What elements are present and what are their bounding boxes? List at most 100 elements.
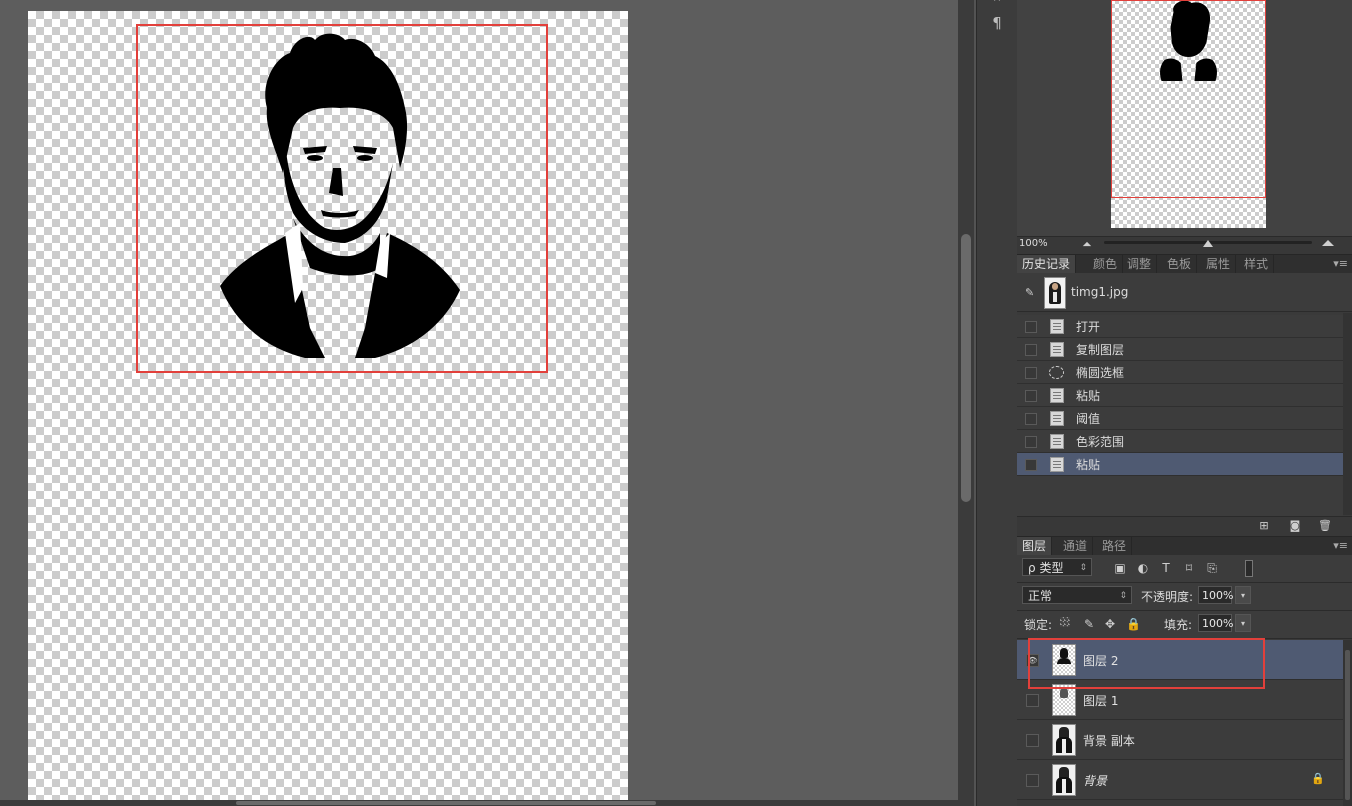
- history-item-selected[interactable]: 粘贴: [1017, 453, 1343, 476]
- history-item[interactable]: 粘贴: [1017, 384, 1343, 407]
- visibility-toggle[interactable]: [1026, 734, 1039, 747]
- history-item[interactable]: 打开: [1017, 315, 1343, 338]
- canvas-vertical-scroll-thumb[interactable]: [961, 234, 971, 502]
- fill-input[interactable]: 100%: [1198, 614, 1233, 632]
- blend-mode-select[interactable]: 正常 ⇕: [1022, 586, 1132, 604]
- tab-history[interactable]: 历史记录: [1017, 255, 1077, 273]
- filter-kind-label: 类型: [1039, 561, 1064, 575]
- zoom-out-icon[interactable]: [1082, 241, 1092, 247]
- history-item-label: 椭圆选框: [1076, 366, 1125, 380]
- select-arrows-icon: ⇕: [1119, 591, 1127, 601]
- panel-tool-strip: ⌃ ¶: [976, 0, 1018, 806]
- layer-filter-bar: ρ 类型 ⇕ ▣ ◐ T ⌑ ⎘: [1017, 555, 1352, 583]
- tab-adjustments[interactable]: 调整: [1122, 255, 1158, 273]
- history-brush-icon[interactable]: ✎: [1025, 286, 1034, 299]
- layer-filter-kind-select[interactable]: ρ 类型 ⇕: [1022, 558, 1092, 576]
- lock-transparent-pixels-icon[interactable]: [1060, 617, 1070, 627]
- layer-thumbnail: [1052, 764, 1076, 796]
- lock-all-icon[interactable]: 🔒: [1126, 617, 1141, 631]
- history-item-label: 打开: [1076, 320, 1101, 334]
- trash-icon[interactable]: 🗑: [1318, 520, 1332, 532]
- lock-icon: 🔒: [1311, 772, 1325, 785]
- fill-label: 填充:: [1164, 618, 1193, 632]
- history-item[interactable]: 椭圆选框: [1017, 361, 1343, 384]
- visibility-toggle[interactable]: [1026, 774, 1039, 787]
- blend-mode-value: 正常: [1028, 589, 1053, 603]
- tab-styles[interactable]: 样式: [1239, 255, 1275, 273]
- navigator-zoom-bar: [1017, 236, 1352, 254]
- ellipse-marquee-icon: [1049, 366, 1064, 379]
- visibility-toggle[interactable]: [1026, 694, 1039, 707]
- layer-name[interactable]: 背景 副本: [1083, 732, 1135, 749]
- history-item[interactable]: 阈值: [1017, 407, 1343, 430]
- layer-name[interactable]: 背景: [1083, 772, 1107, 789]
- blend-opacity-bar: 正常 ⇕ 不透明度: 100% ▾: [1017, 583, 1352, 611]
- shape-layer-filter-icon[interactable]: ⌑: [1182, 561, 1196, 575]
- layer-row[interactable]: 背景 🔒: [1017, 760, 1343, 800]
- camera-snapshot-icon[interactable]: ◙: [1289, 520, 1301, 532]
- document-icon: [1050, 388, 1064, 403]
- history-snapshot-row[interactable]: ✎ timg1.jpg: [1017, 273, 1352, 312]
- history-item[interactable]: 复制图层: [1017, 338, 1343, 361]
- tab-color[interactable]: 颜色: [1088, 255, 1124, 273]
- history-empty-area: [1017, 476, 1343, 516]
- tab-channels[interactable]: 通道: [1058, 537, 1094, 555]
- selection-highlight-box: [136, 24, 548, 373]
- layer-highlight-box: [1028, 638, 1265, 689]
- new-document-from-state-icon[interactable]: ⊞: [1258, 520, 1270, 532]
- smart-object-filter-icon[interactable]: ⎘: [1205, 561, 1219, 575]
- snapshot-thumbnail: [1044, 277, 1066, 309]
- history-item-label: 粘贴: [1076, 389, 1101, 403]
- lock-image-pixels-brush-icon[interactable]: ✎: [1082, 617, 1096, 631]
- document-icon: [1050, 411, 1064, 426]
- history-footer: ⊞ ◙ 🗑: [1017, 516, 1352, 536]
- history-source-checkbox[interactable]: [1025, 413, 1037, 425]
- history-scrollbar[interactable]: [1343, 313, 1352, 515]
- layers-scroll-thumb[interactable]: [1345, 650, 1350, 800]
- adjustment-layer-filter-icon[interactable]: ◐: [1136, 561, 1150, 575]
- tab-paths[interactable]: 路径: [1097, 537, 1133, 555]
- layer-thumbnail: [1052, 724, 1076, 756]
- history-item-label: 色彩范围: [1076, 435, 1125, 449]
- history-item[interactable]: 色彩范围: [1017, 430, 1343, 453]
- tab-swatches[interactable]: 色板: [1162, 255, 1198, 273]
- type-layer-filter-icon[interactable]: T: [1159, 561, 1173, 575]
- zoom-level[interactable]: 100%: [1019, 238, 1048, 249]
- filter-toggle-switch[interactable]: [1245, 560, 1253, 577]
- document-icon: [1050, 457, 1064, 472]
- zoom-in-icon[interactable]: [1322, 240, 1334, 246]
- opacity-label: 不透明度:: [1141, 590, 1194, 604]
- tab-layers[interactable]: 图层: [1017, 537, 1053, 555]
- layers-panel-menu-icon[interactable]: ▾≡: [1333, 537, 1348, 555]
- zoom-slider-knob[interactable]: [1203, 240, 1213, 247]
- history-item-label: 阈值: [1076, 412, 1101, 426]
- layer-name[interactable]: 图层 1: [1083, 692, 1118, 709]
- history-source-checkbox[interactable]: [1025, 459, 1037, 471]
- canvas-horizontal-scroll-thumb[interactable]: [236, 801, 656, 805]
- layers-tabbar: 图层 通道 路径 ▾≡: [1017, 536, 1352, 556]
- document-icon: [1050, 342, 1064, 357]
- history-source-checkbox[interactable]: [1025, 436, 1037, 448]
- navigator-view-box[interactable]: [1111, 0, 1266, 198]
- select-arrows-icon: ⇕: [1079, 563, 1087, 573]
- opacity-input[interactable]: 100%: [1198, 586, 1233, 604]
- panel-menu-icon[interactable]: ▾≡: [1333, 255, 1348, 273]
- paragraph-icon[interactable]: ¶: [983, 12, 1011, 34]
- history-item-label: 复制图层: [1076, 343, 1125, 357]
- document-icon: [1050, 434, 1064, 449]
- history-source-checkbox[interactable]: [1025, 367, 1037, 379]
- history-tabbar: 历史记录 颜色 调整 色板 属性 样式 ▾≡: [1017, 254, 1352, 274]
- opacity-dropdown-button[interactable]: ▾: [1235, 586, 1251, 604]
- search-icon: ρ: [1028, 561, 1036, 575]
- document-icon: [1050, 319, 1064, 334]
- lock-fill-bar: 锁定: ✎ ✥ 🔒 填充: 100% ▾: [1017, 611, 1352, 639]
- history-source-checkbox[interactable]: [1025, 344, 1037, 356]
- history-source-checkbox[interactable]: [1025, 321, 1037, 333]
- tab-properties[interactable]: 属性: [1201, 255, 1237, 273]
- pixel-layer-filter-icon[interactable]: ▣: [1113, 561, 1127, 575]
- fill-dropdown-button[interactable]: ▾: [1235, 614, 1251, 632]
- lock-position-move-icon[interactable]: ✥: [1103, 617, 1117, 631]
- layer-row[interactable]: 背景 副本: [1017, 720, 1343, 760]
- history-item-label: 粘贴: [1076, 458, 1101, 472]
- history-source-checkbox[interactable]: [1025, 390, 1037, 402]
